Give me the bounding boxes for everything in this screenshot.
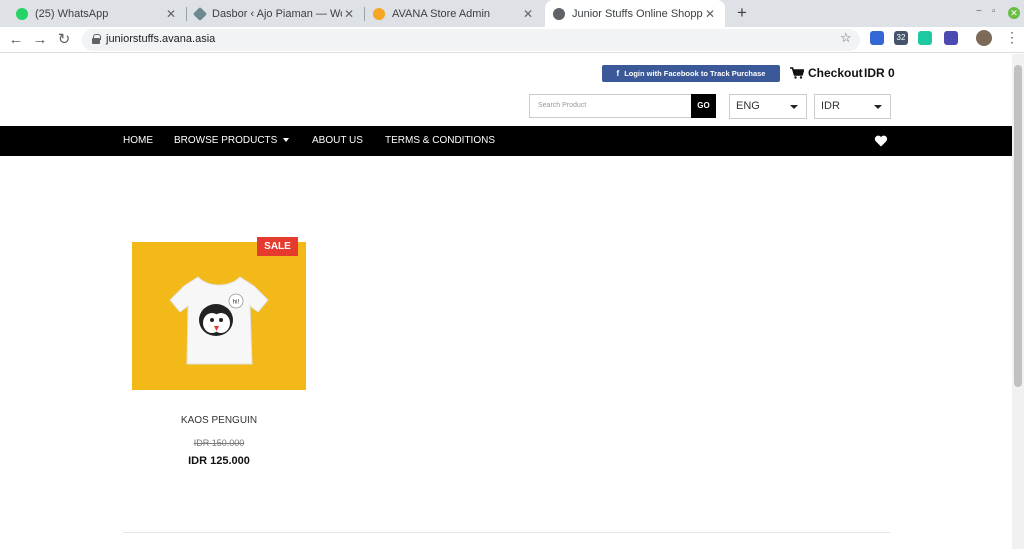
tab-title: Junior Stuffs Online Shopping <box>572 7 703 20</box>
globe-icon <box>553 7 565 20</box>
checkout-link[interactable]: Checkout <box>808 66 863 80</box>
main-nav: HOME BROWSE PRODUCTS ABOUT US TERMS & CO… <box>0 126 1012 156</box>
forward-icon[interactable]: → <box>30 30 50 50</box>
language-select[interactable]: ENG <box>729 94 807 119</box>
heart-icon[interactable] <box>874 134 888 148</box>
tab-title: (25) WhatsApp <box>35 7 109 20</box>
scrollbar[interactable] <box>1012 54 1024 549</box>
reload-icon[interactable]: ↻ <box>54 30 74 50</box>
maximize-icon[interactable]: ▫ <box>992 6 996 17</box>
tab-wordpress[interactable]: Dasbor ‹ Ajo Piaman — WordP ✕ <box>187 0 364 27</box>
extension-icon[interactable] <box>918 31 932 45</box>
whatsapp-icon <box>16 7 28 20</box>
nav-home[interactable]: HOME <box>123 135 153 146</box>
language-value: ENG <box>736 100 760 112</box>
facebook-login-label: Login with Facebook to Track Purchase <box>624 69 766 78</box>
tshirt-image: hi! <box>169 276 269 365</box>
facebook-login-button[interactable]: f Login with Facebook to Track Purchase <box>602 65 780 82</box>
tab-whatsapp[interactable]: (25) WhatsApp ✕ <box>8 0 186 27</box>
browser-window: (25) WhatsApp ✕ Dasbor ‹ Ajo Piaman — Wo… <box>0 0 1024 549</box>
product-name[interactable]: KAOS PENGUIN <box>132 415 306 426</box>
close-icon[interactable]: ✕ <box>164 7 178 21</box>
back-icon[interactable]: ← <box>6 30 26 50</box>
tab-junior-stuffs[interactable]: Junior Stuffs Online Shopping ✕ <box>545 0 725 27</box>
avana-icon <box>373 7 385 20</box>
url-text: juniorstuffs.avana.asia <box>106 33 216 45</box>
product-image[interactable]: hi! <box>132 242 306 390</box>
nav-browse-label: BROWSE PRODUCTS <box>174 135 278 146</box>
caret-down-icon <box>283 138 290 143</box>
nav-about-us[interactable]: ABOUT US <box>312 135 363 146</box>
menu-icon[interactable]: ⋮ <box>1005 29 1019 46</box>
wordpress-icon <box>192 6 208 21</box>
search-input[interactable]: Search Product <box>529 94 692 118</box>
minimize-icon[interactable]: − <box>976 6 982 17</box>
extension-icon[interactable] <box>870 31 884 45</box>
tab-title: AVANA Store Admin <box>392 7 491 20</box>
currency-select[interactable]: IDR <box>814 94 891 119</box>
sale-badge: SALE <box>257 237 298 256</box>
cart-icon[interactable] <box>790 67 804 79</box>
tab-avana-admin[interactable]: AVANA Store Admin ✕ <box>365 0 543 27</box>
scrollbar-thumb[interactable] <box>1014 65 1022 387</box>
lock-icon <box>92 34 101 44</box>
web-page: f Login with Facebook to Track Purchase … <box>0 54 1012 549</box>
currency-value: IDR <box>821 100 840 112</box>
sale-price: IDR 125.000 <box>188 455 250 467</box>
window-close-icon[interactable]: ✕ <box>1008 7 1020 19</box>
extension-icon[interactable] <box>944 31 958 45</box>
divider <box>123 532 890 533</box>
profile-avatar[interactable] <box>976 30 992 46</box>
close-icon[interactable]: ✕ <box>342 7 356 21</box>
cart-total: IDR 0 <box>864 66 895 80</box>
tab-strip: (25) WhatsApp ✕ Dasbor ‹ Ajo Piaman — Wo… <box>0 0 1024 27</box>
speech-bubble-text: hi! <box>233 300 240 306</box>
nav-terms[interactable]: TERMS & CONDITIONS <box>385 135 495 146</box>
extension-badge-icon[interactable]: 32 <box>894 31 908 45</box>
bookmark-star-icon[interactable]: ☆ <box>840 30 852 46</box>
chevron-down-icon <box>790 105 798 109</box>
close-icon[interactable]: ✕ <box>521 7 535 21</box>
nav-browse-products[interactable]: BROWSE PRODUCTS <box>174 135 290 146</box>
facebook-icon: f <box>616 69 620 78</box>
search-go-button[interactable]: GO <box>691 94 716 118</box>
tab-title: Dasbor ‹ Ajo Piaman — WordP <box>212 7 342 20</box>
close-icon[interactable]: ✕ <box>703 7 717 21</box>
address-bar[interactable]: juniorstuffs.avana.asia <box>82 29 860 51</box>
new-tab-button[interactable]: + <box>732 3 752 23</box>
chevron-down-icon <box>874 105 882 109</box>
original-price: IDR 150.000 <box>193 438 245 448</box>
